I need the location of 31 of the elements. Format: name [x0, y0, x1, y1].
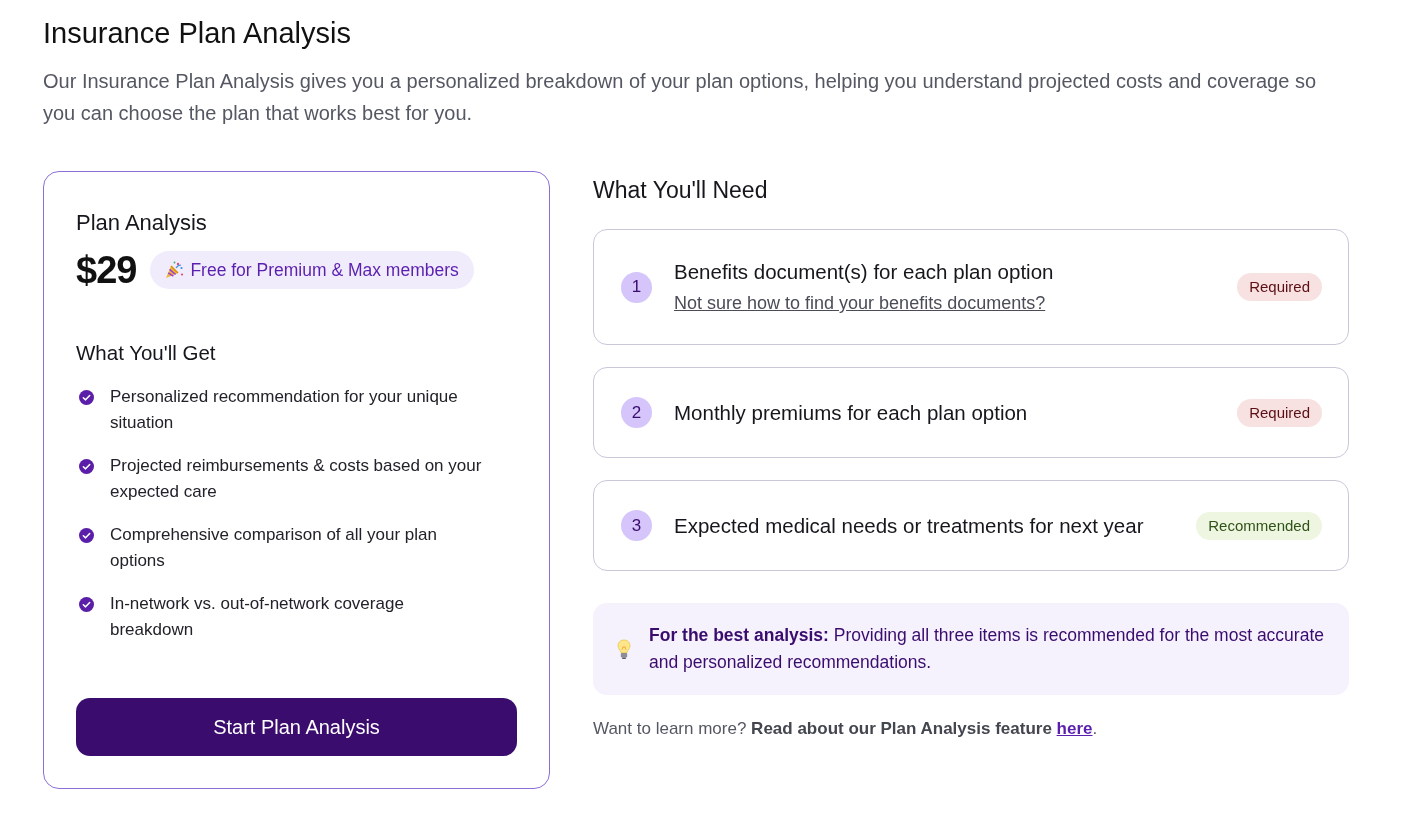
here-link[interactable]: here [1056, 719, 1093, 738]
check-circle-icon [79, 597, 94, 612]
required-tag: Required [1237, 398, 1322, 427]
check-circle-icon [79, 459, 94, 474]
required-tag: Required [1237, 273, 1322, 301]
page-description: Our Insurance Plan Analysis gives you a personalized breakdown of your plan options, helping you understand projected costs and coverage so you can choose the plan that works best for you. [43, 69, 1317, 126]
start-analysis-button[interactable]: Start Plan Analysis [76, 698, 517, 756]
price-text: $29 [76, 250, 137, 290]
learn-more-text: Want to learn more? Read about our Plan Analysis feature here. [593, 718, 1099, 740]
requirement-title: Monthly premiums for each plan option [674, 399, 1028, 426]
requirements-heading: What You'll Need [593, 176, 769, 204]
benefit-text: Comprehensive comparison of all your plan options [110, 524, 438, 572]
benefit-text: Personalized recommendation for your unique situation [110, 386, 459, 434]
benefit-text: Projected reimbursements & costs based on your expected care [110, 455, 483, 503]
step-number: 3 [621, 510, 652, 541]
tip-text: For the best analysis: Providing all three items is recommended for the most accurate and personalized recommendations. [649, 624, 1325, 674]
card-title: Plan Analysis [76, 209, 208, 237]
free-badge: Free for Premium & Max members [150, 251, 474, 289]
requirement-title: Expected medical needs or treatments for next year [674, 512, 1144, 539]
lightbulb-icon [617, 639, 631, 659]
party-popper-icon [164, 260, 185, 280]
check-circle-icon [79, 528, 94, 543]
page-title: Insurance Plan Analysis [43, 16, 352, 51]
benefits-heading: What You'll Get [76, 340, 217, 366]
step-number: 1 [621, 271, 652, 303]
requirement-title: Benefits document(s) for each plan option [674, 259, 1054, 285]
check-circle-icon [79, 390, 94, 405]
recommended-tag: Recommended [1196, 511, 1322, 540]
help-link[interactable]: Not sure how to find your benefits documents? [674, 291, 1046, 315]
step-number: 2 [621, 397, 652, 428]
benefit-text: In-network vs. out-of-network coverage breakdown [110, 593, 405, 641]
